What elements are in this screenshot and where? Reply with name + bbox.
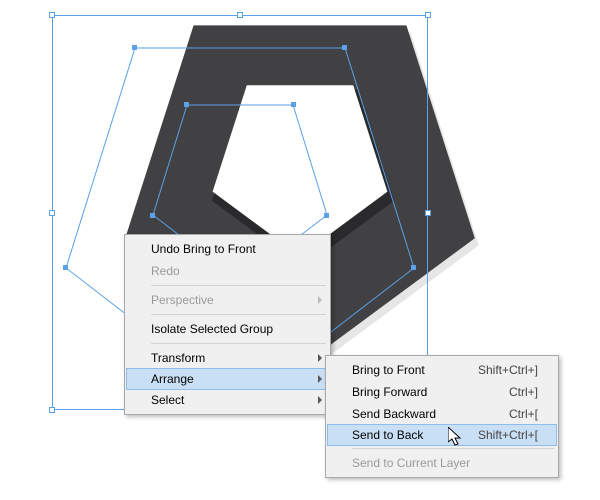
menu-item-select[interactable]: Select xyxy=(127,389,328,411)
context-menu[interactable]: Undo Bring to Front Redo Perspective Iso… xyxy=(124,234,331,415)
menu-separator xyxy=(352,448,554,449)
shortcut-text: Shift+Ctrl+[ xyxy=(478,428,538,442)
anchor-point[interactable] xyxy=(132,45,137,50)
anchor-point[interactable] xyxy=(63,265,68,270)
menu-separator xyxy=(151,285,326,286)
submenu-item-send-to-current-layer: Send to Current Layer xyxy=(328,452,556,474)
menu-label: Isolate Selected Group xyxy=(151,322,273,336)
menu-label: Bring Forward xyxy=(352,385,427,399)
submenu-item-bring-forward[interactable]: Bring Forward Ctrl+] xyxy=(328,381,556,403)
submenu-arrow-icon xyxy=(318,354,322,362)
menu-label: Send Backward xyxy=(352,407,436,421)
menu-label: Select xyxy=(151,393,184,407)
menu-label: Arrange xyxy=(151,372,194,386)
anchor-point[interactable] xyxy=(291,102,296,107)
submenu-arrow-icon xyxy=(318,296,322,304)
menu-label: Bring to Front xyxy=(352,363,425,377)
resize-handle-tm[interactable] xyxy=(237,12,243,18)
resize-handle-bl[interactable] xyxy=(49,407,55,413)
menu-item-transform[interactable]: Transform xyxy=(127,347,328,369)
anchor-point[interactable] xyxy=(342,45,347,50)
menu-label: Perspective xyxy=(151,293,214,307)
menu-item-redo: Redo xyxy=(127,260,328,282)
menu-item-isolate-group[interactable]: Isolate Selected Group xyxy=(127,318,328,340)
menu-label: Undo Bring to Front xyxy=(151,242,256,256)
resize-handle-tl[interactable] xyxy=(49,12,55,18)
anchor-point[interactable] xyxy=(411,265,416,270)
menu-item-perspective: Perspective xyxy=(127,289,328,311)
submenu-item-bring-to-front[interactable]: Bring to Front Shift+Ctrl+] xyxy=(328,359,556,381)
anchor-point[interactable] xyxy=(324,213,329,218)
arrange-submenu[interactable]: Bring to Front Shift+Ctrl+] Bring Forwar… xyxy=(325,355,559,478)
resize-handle-mr[interactable] xyxy=(425,210,431,216)
resize-handle-tr[interactable] xyxy=(425,12,431,18)
submenu-arrow-icon xyxy=(318,396,322,404)
menu-label: Transform xyxy=(151,351,205,365)
shortcut-text: Shift+Ctrl+] xyxy=(478,363,538,377)
menu-separator xyxy=(151,314,326,315)
anchor-point[interactable] xyxy=(150,213,155,218)
submenu-item-send-to-back[interactable]: Send to Back Shift+Ctrl+[ xyxy=(327,424,557,446)
shortcut-text: Ctrl+[ xyxy=(509,407,538,421)
resize-handle-ml[interactable] xyxy=(49,210,55,216)
menu-label: Send to Current Layer xyxy=(352,456,470,470)
menu-item-undo[interactable]: Undo Bring to Front xyxy=(127,238,328,260)
menu-label: Send to Back xyxy=(352,428,423,442)
submenu-arrow-icon xyxy=(318,375,322,383)
shortcut-text: Ctrl+] xyxy=(509,385,538,399)
menu-label: Redo xyxy=(151,264,180,278)
menu-item-arrange[interactable]: Arrange xyxy=(126,368,329,390)
anchor-point[interactable] xyxy=(184,102,189,107)
submenu-item-send-backward[interactable]: Send Backward Ctrl+[ xyxy=(328,403,556,425)
menu-separator xyxy=(151,343,326,344)
